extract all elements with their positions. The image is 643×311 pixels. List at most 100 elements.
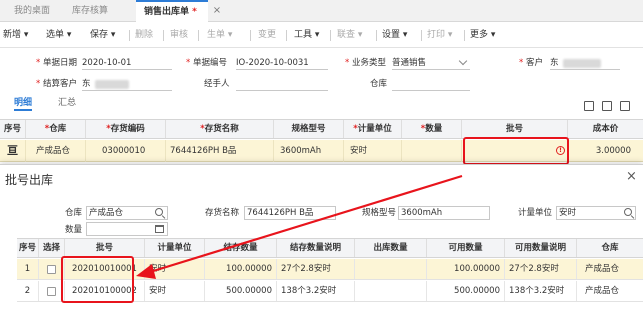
cell-avail-qty[interactable]: 500.00000: [427, 281, 505, 301]
col-header-stock-desc: 结存数量说明: [277, 239, 355, 257]
col-header-stock-qty: 结存数量: [205, 239, 277, 257]
save-button[interactable]: 保存 ▾: [90, 22, 115, 48]
cell-stock-desc[interactable]: 27个2.8安时: [277, 259, 355, 279]
row-index-icon[interactable]: 亘: [0, 140, 26, 162]
tab-summary[interactable]: 汇总: [58, 95, 76, 111]
query-label: 联查: [337, 30, 356, 40]
cell-avail-desc[interactable]: 27个2.8安时: [505, 259, 577, 279]
cell-avail-qty[interactable]: 100.00000: [427, 259, 505, 279]
tab-my-desktop[interactable]: 我的桌面: [14, 0, 50, 22]
cell-stock-qty[interactable]: 500.00000: [205, 281, 277, 301]
toolbar-divider: [163, 30, 164, 41]
cell-name[interactable]: 7644126PH B品: [166, 140, 274, 162]
handler-field[interactable]: [236, 77, 328, 91]
col-header-code: *存货编码: [86, 120, 166, 138]
biz-type-select[interactable]: 普通销售: [392, 56, 470, 70]
caret-down-icon: ▾: [447, 30, 453, 40]
tab-label: 销售出库单: [144, 7, 190, 17]
col-header-unit: 计量单位: [145, 239, 205, 257]
cell-cost[interactable]: 3.00000: [568, 140, 643, 162]
cell-warehouse[interactable]: 产成品仓: [577, 281, 643, 301]
cell-out-qty[interactable]: [355, 281, 427, 301]
cell-avail-desc[interactable]: 138个3.2安时: [505, 281, 577, 301]
more-button[interactable]: 更多 ▾: [470, 22, 495, 48]
batch-table-header: 序号 选择 批号 计量单位 结存数量 结存数量说明 出库数量 可用数量 可用数量…: [17, 238, 643, 258]
caret-down-icon: ▾: [490, 30, 496, 40]
caret-down-icon: ▾: [402, 30, 408, 40]
tab-inventory-accounting[interactable]: 库存核算: [72, 0, 108, 22]
audit-button[interactable]: 审核: [170, 22, 188, 48]
col-header-out-qty: 出库数量: [355, 239, 427, 257]
toolbar-divider: [250, 30, 251, 41]
dlg-spec-input[interactable]: 3600mAh: [398, 206, 490, 220]
doc-no-label: * 单据编号: [186, 58, 227, 68]
col-header-cost: 成本价: [592, 124, 619, 134]
col-header-avail-desc: 可用数量说明: [505, 239, 577, 257]
biz-type-label: * 业务类型: [345, 58, 386, 68]
tab-sales-outbound[interactable]: 销售出库单 *: [136, 0, 208, 22]
toolbar-divider: [421, 30, 422, 41]
search-icon[interactable]: [155, 208, 163, 216]
doc-no-field[interactable]: IO-2020-10-0031: [236, 56, 328, 70]
change-button[interactable]: 变更: [258, 22, 276, 48]
tab-label: 库存核算: [72, 6, 109, 16]
cell-spec[interactable]: 3600mAh: [274, 140, 344, 162]
tab-detail[interactable]: 明细: [14, 95, 33, 111]
cell-qty[interactable]: [402, 140, 462, 162]
grid-settings-icon[interactable]: [584, 101, 594, 111]
doc-date-field[interactable]: 2020-10-01: [82, 56, 172, 70]
col-header-unit: *计量单位: [344, 120, 402, 138]
settings-button[interactable]: 设置 ▾: [382, 22, 407, 48]
cell-stock-qty[interactable]: 100.00000: [205, 259, 277, 279]
new-button[interactable]: 新增 ▾: [3, 22, 28, 48]
dlg-unit-label: 计量单位: [518, 208, 553, 218]
handler-label: 经手人: [204, 79, 230, 89]
cell-index: 1: [17, 259, 39, 279]
toolbar-divider: [286, 30, 287, 41]
dlg-qty-label: 数量: [65, 225, 83, 235]
row-checkbox[interactable]: [47, 287, 56, 296]
generate-label: 生单: [207, 30, 226, 40]
delete-button[interactable]: 删除: [135, 22, 153, 48]
dlg-item-name-input[interactable]: 7644126PH B品: [244, 206, 336, 220]
dialog-title: 批号出库: [5, 173, 54, 187]
copy-icon[interactable]: [602, 101, 612, 111]
warehouse-label: 仓库: [370, 79, 388, 89]
row-checkbox[interactable]: [47, 265, 56, 274]
new-label: 新增: [3, 30, 22, 40]
warehouse-field[interactable]: [392, 77, 470, 91]
col-header-qty: *数量: [402, 120, 462, 138]
customer-label: * 客户: [519, 58, 543, 68]
tools-button[interactable]: 工具 ▾: [294, 22, 319, 48]
cell-unit[interactable]: 安时: [344, 140, 402, 162]
redacted-text: [563, 59, 601, 68]
tab-label: 我的桌面: [14, 6, 51, 16]
cell-unit[interactable]: 安时: [145, 281, 205, 301]
col-header-batch: 批号: [65, 239, 145, 257]
search-icon[interactable]: [624, 208, 632, 216]
print-button[interactable]: 打印 ▾: [427, 22, 452, 48]
caret-down-icon: ▾: [314, 30, 320, 40]
calculator-icon[interactable]: [155, 225, 164, 233]
cell-unit[interactable]: 安时: [145, 259, 205, 279]
caret-down-icon: ▾: [357, 30, 363, 40]
caret-down-icon: ▾: [110, 30, 116, 40]
cell-code[interactable]: 03000010: [86, 140, 166, 162]
export-icon[interactable]: [620, 101, 630, 111]
cell-stock-desc[interactable]: 138个3.2安时: [277, 281, 355, 301]
cell-warehouse[interactable]: 产成品仓: [26, 140, 86, 162]
col-header-select: 选择: [39, 239, 65, 257]
col-header-index: 序号: [17, 239, 39, 257]
query-button[interactable]: 联查 ▾: [337, 22, 362, 48]
cell-warehouse[interactable]: 产成品仓: [577, 259, 643, 279]
close-icon[interactable]: ×: [211, 0, 223, 22]
tools-label: 工具: [294, 30, 313, 40]
dlg-warehouse-label: 仓库: [65, 208, 83, 218]
toolbar: 新增 ▾ 选单 ▾ 保存 ▾ 删除 审核 生单 ▾ 变更 工具 ▾ 联查 ▾ 设…: [0, 22, 643, 48]
col-header-spec: 规格型号: [274, 120, 344, 138]
annotation-highlight-box: [61, 256, 134, 303]
generate-button[interactable]: 生单 ▾: [207, 22, 232, 48]
select-order-button[interactable]: 选单 ▾: [46, 22, 71, 48]
close-icon[interactable]: ×: [626, 169, 637, 185]
cell-out-qty[interactable]: [355, 259, 427, 279]
